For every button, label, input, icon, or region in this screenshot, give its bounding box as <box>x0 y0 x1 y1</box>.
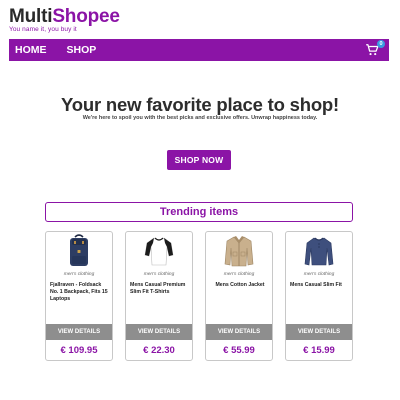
logo-part-multi: Multi <box>9 6 53 27</box>
logo-part-shopee: Shopee <box>52 6 120 27</box>
hero-title: Your new favorite place to shop! <box>61 94 339 115</box>
view-details-button[interactable]: VIEW DETAILS <box>126 324 192 340</box>
tshirt-icon <box>144 237 174 266</box>
logo[interactable]: MultiShopee You name it, you buy it <box>9 7 120 34</box>
product-image[interactable] <box>126 232 192 270</box>
nav-link-home[interactable]: HOME <box>15 44 47 56</box>
backpack-icon <box>70 234 88 266</box>
product-price: € 22.30 <box>143 345 175 356</box>
product-category: men's clothing <box>143 272 175 277</box>
product-name: Mens Cotton Jacket <box>215 282 265 288</box>
cart-count-badge: 0 <box>377 40 385 48</box>
product-image[interactable] <box>206 232 272 270</box>
product-name: Mens Casual Premium Slim Fit T-Shirts <box>130 282 186 295</box>
product-name: Fjallraven - Foldsack No. 1 Backpack, Fi… <box>50 282 108 302</box>
logo-title: MultiShopee <box>9 7 120 27</box>
product-category: men's clothing <box>63 272 95 277</box>
hero-subtitle: We're here to spoil you with the best pi… <box>82 115 318 121</box>
trending-header: Trending items <box>45 202 353 222</box>
cart-button[interactable]: 0 <box>365 40 385 57</box>
jacket-icon <box>224 236 254 267</box>
product-card[interactable]: men's clothing Mens Cotton Jacket VIEW D… <box>205 231 273 361</box>
product-card[interactable]: men's clothing Mens Casual Premium Slim … <box>125 231 193 361</box>
product-card[interactable]: men's clothing Fjallraven - Foldsack No.… <box>45 231 113 361</box>
sweater-icon <box>304 237 334 266</box>
product-category: men's clothing <box>223 272 255 277</box>
view-details-button[interactable]: VIEW DETAILS <box>206 324 272 340</box>
product-category: men's clothing <box>303 272 335 277</box>
product-image[interactable] <box>286 232 352 270</box>
logo-tagline: You name it, you buy it <box>9 26 77 33</box>
navbar: HOME SHOP 0 <box>9 39 389 61</box>
product-price: € 15.99 <box>303 345 335 356</box>
product-price: € 55.99 <box>223 345 255 356</box>
nav-link-shop[interactable]: SHOP <box>67 44 97 56</box>
product-grid: men's clothing Fjallraven - Foldsack No.… <box>45 231 353 361</box>
product-card[interactable]: men's clothing Mens Casual Slim Fit VIEW… <box>285 231 353 361</box>
view-details-button[interactable]: VIEW DETAILS <box>46 324 112 340</box>
shop-now-button[interactable]: SHOP NOW <box>167 150 231 170</box>
product-price: € 109.95 <box>60 345 98 356</box>
product-image[interactable] <box>46 232 112 270</box>
view-details-button[interactable]: VIEW DETAILS <box>286 324 352 340</box>
product-name: Mens Casual Slim Fit <box>290 282 342 288</box>
